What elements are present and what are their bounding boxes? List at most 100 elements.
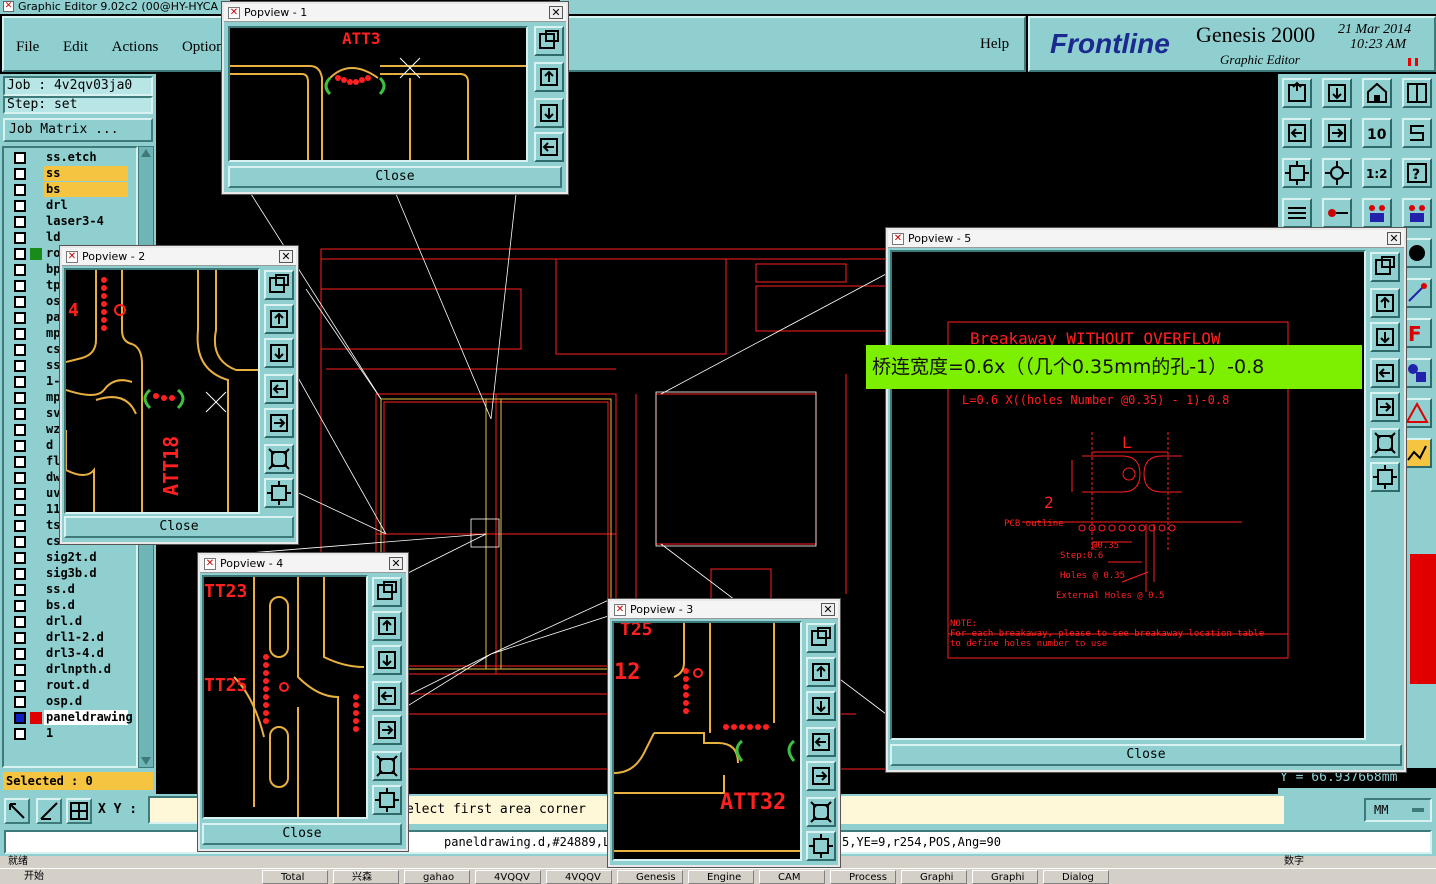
text-f-icon[interactable]: F: [1402, 318, 1432, 348]
zoom-fit-icon[interactable]: [1282, 158, 1312, 188]
pv3-pan-left-icon[interactable]: [806, 727, 836, 757]
pv2-zoom-fit-icon[interactable]: [264, 444, 294, 474]
scroll-down-arrow[interactable]: [141, 757, 151, 765]
help-icon[interactable]: ?: [1402, 158, 1432, 188]
layer-checkbox[interactable]: [14, 184, 26, 196]
layer-row[interactable]: osp.d: [10, 694, 128, 709]
popview-2-titlebar[interactable]: ✕ Popview - 2 ✕: [62, 248, 296, 266]
layer-checkbox[interactable]: [14, 520, 26, 532]
select-tool[interactable]: [36, 798, 62, 824]
pv4-zoom-center-icon[interactable]: [372, 785, 402, 815]
layer-row[interactable]: ss: [10, 166, 128, 181]
pv2-pan-right-icon[interactable]: [264, 408, 294, 438]
pan-down-icon[interactable]: [1322, 78, 1352, 108]
zoom-box-tool[interactable]: [4, 798, 30, 824]
pv5-zoom-center-icon[interactable]: [1370, 462, 1400, 492]
pv4-pan-up-icon[interactable]: [372, 611, 402, 641]
taskbar-item[interactable]: 4VQQV: [546, 870, 612, 884]
triangle-icon[interactable]: [1402, 398, 1432, 428]
pv1-zoom-in-icon[interactable]: [534, 26, 564, 56]
menu-help[interactable]: Help: [980, 36, 1009, 53]
layer-row[interactable]: drl1-2.d: [10, 630, 128, 645]
layer-row[interactable]: drlnpth.d: [10, 662, 128, 677]
layer-row[interactable]: sig3b.d: [10, 566, 128, 581]
pv2-zoom-in-icon[interactable]: [264, 270, 294, 300]
layer-row[interactable]: laser3-4: [10, 214, 128, 229]
layer-row[interactable]: ss.d: [10, 582, 128, 597]
layer-checkbox[interactable]: [14, 616, 26, 628]
snap-red-icon[interactable]: [1362, 198, 1392, 228]
window-split-icon[interactable]: [1402, 78, 1432, 108]
layer-checkbox[interactable]: [14, 600, 26, 612]
popview-2-close-button[interactable]: Close: [64, 516, 294, 538]
s-shape-icon[interactable]: [1402, 118, 1432, 148]
start-button[interactable]: 开始: [2, 870, 52, 884]
layer-checkbox[interactable]: [14, 488, 26, 500]
layer-checkbox[interactable]: [14, 264, 26, 276]
popview-4-window[interactable]: ✕ Popview - 4 ✕ TT23 TT25 Close: [197, 552, 409, 852]
close-icon[interactable]: ✕: [821, 603, 835, 616]
layer-checkbox[interactable]: [14, 664, 26, 676]
layer-checkbox[interactable]: [14, 504, 26, 516]
units-select[interactable]: MM: [1364, 798, 1432, 822]
home-icon[interactable]: [1362, 78, 1392, 108]
menu-actions[interactable]: Actions: [112, 39, 159, 55]
popview-4-titlebar[interactable]: ✕ Popview - 4 ✕: [200, 555, 406, 573]
layer-checkbox[interactable]: [14, 584, 26, 596]
taskbar-item[interactable]: 兴森: [333, 870, 399, 884]
taskbar-item[interactable]: Total: [262, 870, 328, 884]
layer-checkbox[interactable]: [14, 376, 26, 388]
taskbar-item[interactable]: Graphi: [901, 870, 967, 884]
filter-icon[interactable]: [1282, 198, 1312, 228]
taskbar-item[interactable]: Graphi: [972, 870, 1038, 884]
pv2-zoom-center-icon[interactable]: [264, 478, 294, 508]
pv2-pan-left-icon[interactable]: [264, 374, 294, 404]
black-dot-icon[interactable]: [1402, 238, 1432, 268]
taskbar-item[interactable]: Dialog: [1043, 870, 1109, 884]
close-icon[interactable]: ✕: [1387, 232, 1401, 245]
layer-checkbox[interactable]: [14, 680, 26, 692]
layer-checkbox[interactable]: [14, 456, 26, 468]
taskbar-item[interactable]: CAM: [759, 870, 825, 884]
layer-checkbox[interactable]: [14, 360, 26, 372]
taskbar-item[interactable]: 4VQQV: [475, 870, 541, 884]
shapes-icon[interactable]: [1402, 358, 1432, 388]
layer-checkbox[interactable]: [14, 712, 26, 724]
scroll-up-arrow[interactable]: [141, 149, 151, 157]
layer-checkbox[interactable]: [14, 440, 26, 452]
layer-checkbox[interactable]: [14, 200, 26, 212]
layer-checkbox[interactable]: [14, 328, 26, 340]
popview-1-window[interactable]: ✕ Popview - 1 ✕ ATT3 Close: [221, 1, 569, 195]
pv5-zoom-fit-icon[interactable]: [1370, 428, 1400, 458]
close-icon[interactable]: ✕: [389, 557, 403, 570]
layer-checkbox[interactable]: [14, 472, 26, 484]
close-icon[interactable]: ✕: [279, 250, 293, 263]
layer-checkbox[interactable]: [14, 632, 26, 644]
layer-checkbox[interactable]: [14, 216, 26, 228]
menu-file[interactable]: File: [16, 39, 39, 55]
pv3-zoom-in-icon[interactable]: [806, 623, 836, 653]
popview-5-titlebar[interactable]: ✕ Popview - 5 ✕: [888, 230, 1404, 248]
popview-4-view[interactable]: TT23 TT25: [202, 575, 368, 819]
layer-checkbox[interactable]: [14, 408, 26, 420]
pv3-pan-down-icon[interactable]: [806, 691, 836, 721]
taskbar-item[interactable]: Engine: [688, 870, 754, 884]
pv4-zoom-fit-icon[interactable]: [372, 751, 402, 781]
layer-checkbox[interactable]: [14, 248, 26, 260]
pv5-zoom-in-icon[interactable]: [1370, 252, 1400, 282]
route-icon[interactable]: [1402, 438, 1432, 468]
layer-checkbox[interactable]: [14, 168, 26, 180]
layer-row[interactable]: ld: [10, 230, 128, 245]
pv4-pan-right-icon[interactable]: [372, 715, 402, 745]
pv5-pan-down-icon[interactable]: [1370, 322, 1400, 352]
zoom-home-icon[interactable]: [1282, 78, 1312, 108]
popview-1-titlebar[interactable]: ✕ Popview - 1 ✕: [224, 4, 566, 22]
scale-1-2-icon[interactable]: 1:2: [1362, 158, 1392, 188]
snap-blue-icon[interactable]: [1402, 198, 1432, 228]
popview-3-view[interactable]: T25 12 ATT32: [612, 621, 802, 861]
measure-icon[interactable]: [1322, 198, 1352, 228]
pv3-zoom-fit-icon[interactable]: [806, 797, 836, 827]
pan-left-icon[interactable]: [1282, 118, 1312, 148]
pan-right-icon[interactable]: [1322, 118, 1352, 148]
zoom-center-icon[interactable]: [1322, 158, 1352, 188]
